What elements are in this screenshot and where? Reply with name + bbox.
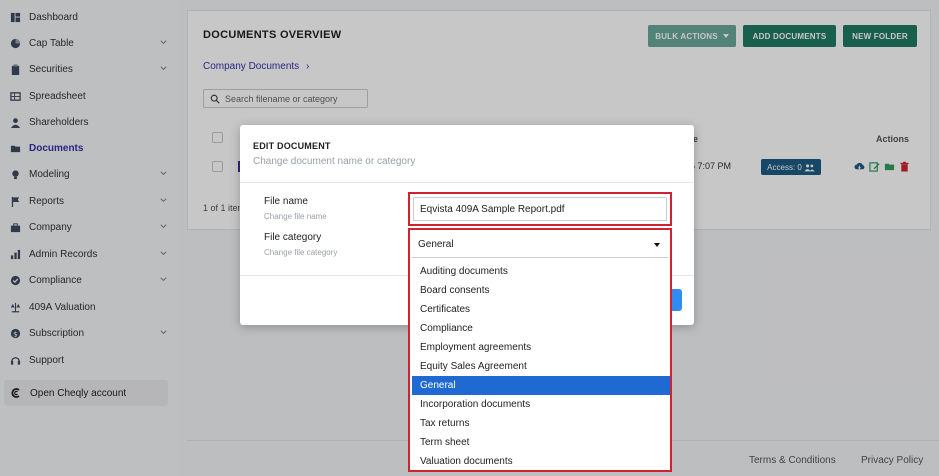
category-option[interactable]: Employment agreements <box>412 338 670 357</box>
category-option[interactable]: Valuation documents <box>412 452 670 471</box>
modal-divider <box>240 182 694 183</box>
category-option-selected[interactable]: General <box>412 376 670 395</box>
modal-subtitle: Change document name or category <box>253 156 416 167</box>
caret-down-icon <box>654 243 660 247</box>
file-name-input[interactable]: Eqvista 409A Sample Report.pdf <box>413 197 667 221</box>
file-name-highlight: Eqvista 409A Sample Report.pdf <box>408 192 672 226</box>
file-name-label: File name <box>264 196 308 207</box>
category-option[interactable]: Auditing documents <box>412 262 670 281</box>
category-option[interactable]: Incorporation documents <box>412 395 670 414</box>
category-option[interactable]: Board consents <box>412 281 670 300</box>
category-option[interactable]: Certificates <box>412 300 670 319</box>
file-category-highlight: General Auditing documents Board consent… <box>408 228 672 472</box>
category-option[interactable]: Compliance <box>412 319 670 338</box>
modal-title: EDIT DOCUMENT <box>253 141 331 151</box>
file-category-value: General <box>418 239 454 250</box>
category-option[interactable]: Tax returns <box>412 414 670 433</box>
category-option[interactable]: Equity Sales Agreement <box>412 357 670 376</box>
category-option[interactable]: Term sheet <box>412 433 670 452</box>
file-name-hint: Change file name <box>264 212 327 221</box>
file-category-hint: Change file category <box>264 248 338 257</box>
file-category-label: File category <box>264 232 322 243</box>
file-category-select[interactable]: General <box>412 232 668 258</box>
